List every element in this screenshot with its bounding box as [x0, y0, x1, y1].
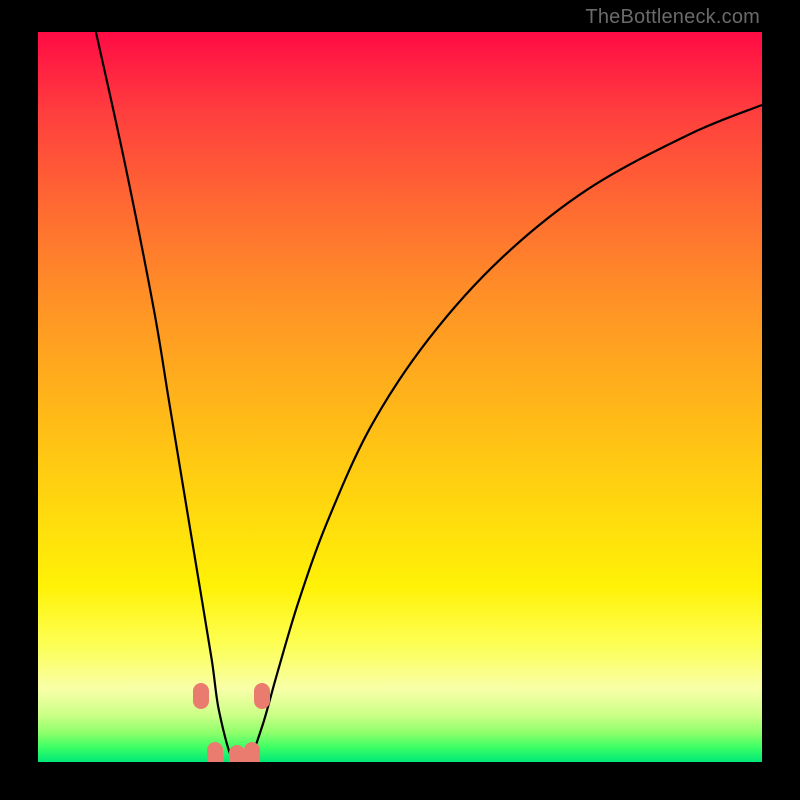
data-marker: [244, 742, 260, 762]
chart-frame: TheBottleneck.com: [0, 0, 800, 800]
curve-path: [96, 32, 762, 762]
data-marker: [254, 683, 270, 709]
bottleneck-curve: [38, 32, 762, 762]
data-marker: [207, 742, 223, 762]
data-marker: [229, 745, 245, 762]
watermark: TheBottleneck.com: [585, 6, 760, 29]
data-marker: [193, 683, 209, 709]
plot-area: [38, 32, 762, 762]
